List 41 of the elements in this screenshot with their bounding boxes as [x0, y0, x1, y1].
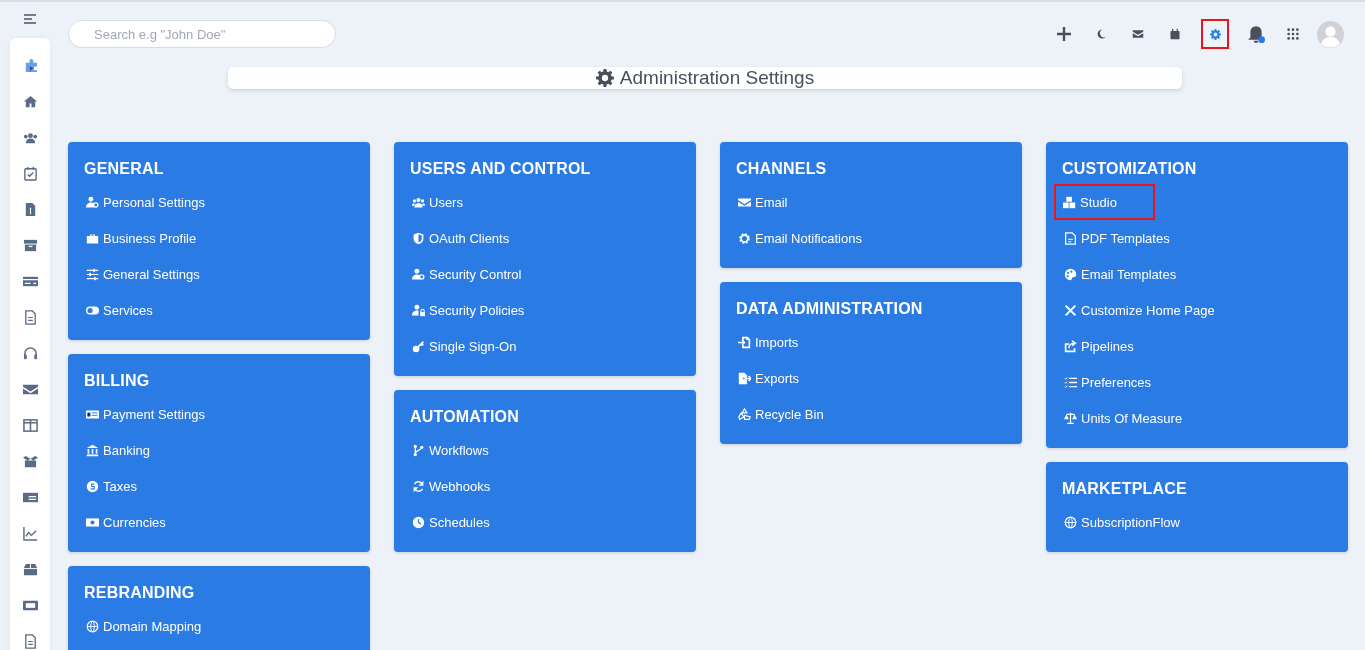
- settings-link[interactable]: Recycle Bin: [734, 396, 828, 432]
- card-title: MARKETPLACE: [1062, 480, 1188, 498]
- page-title: Administration Settings: [619, 67, 815, 89]
- settings-link[interactable]: Customize Home Page: [1060, 292, 1219, 328]
- settings-link[interactable]: Payment Settings: [82, 396, 209, 432]
- settings-link[interactable]: General Settings: [82, 256, 204, 292]
- settings-link[interactable]: Pipelines: [1060, 328, 1138, 364]
- card-title: CUSTOMIZATION: [1062, 160, 1198, 178]
- settings-link[interactable]: SubscriptionFlow: [1060, 504, 1184, 540]
- settings-link[interactable]: Studio: [1054, 184, 1155, 220]
- settings-link[interactable]: Users: [408, 184, 467, 220]
- card-title: AUTOMATION: [410, 408, 520, 426]
- settings-link[interactable]: Currencies: [82, 504, 170, 540]
- settings-link[interactable]: Schedules: [408, 504, 494, 540]
- card-title: GENERAL: [84, 160, 165, 178]
- settings-link[interactable]: Preferences: [1060, 364, 1156, 400]
- settings-link[interactable]: Exports: [734, 360, 804, 396]
- settings-link[interactable]: Webhooks: [408, 468, 495, 504]
- settings-link[interactable]: Business Profile: [82, 220, 201, 256]
- settings-link[interactable]: Email Notifications: [734, 220, 866, 256]
- settings-link[interactable]: Workflows: [408, 432, 493, 468]
- card-title: BILLING: [84, 372, 151, 390]
- card-title: CHANNELS: [736, 160, 828, 178]
- settings-link[interactable]: Personal Settings: [82, 184, 209, 220]
- settings-link[interactable]: Security Policies: [408, 292, 529, 328]
- settings-link[interactable]: Services: [82, 292, 157, 328]
- settings-link[interactable]: Imports: [734, 324, 803, 360]
- search-field[interactable]: Search e.g "John Doe": [68, 20, 336, 48]
- card-title: REBRANDING: [84, 584, 196, 602]
- settings-link[interactable]: Units Of Measure: [1060, 400, 1187, 436]
- settings-link[interactable]: Domain Mapping: [82, 608, 206, 644]
- settings-link[interactable]: PDF Templates: [1060, 220, 1174, 256]
- card-title: DATA ADMINISTRATION: [736, 300, 924, 318]
- settings-link[interactable]: OAuth Clients: [408, 220, 514, 256]
- card-title: USERS AND CONTROL: [410, 160, 592, 178]
- settings-link[interactable]: Security Control: [408, 256, 526, 292]
- settings-link[interactable]: Email: [734, 184, 792, 220]
- settings-link[interactable]: Email Templates: [1060, 256, 1181, 292]
- settings-link[interactable]: Taxes: [82, 468, 141, 504]
- settings-link[interactable]: Banking: [82, 432, 154, 468]
- settings-link[interactable]: Single Sign-On: [408, 328, 521, 364]
